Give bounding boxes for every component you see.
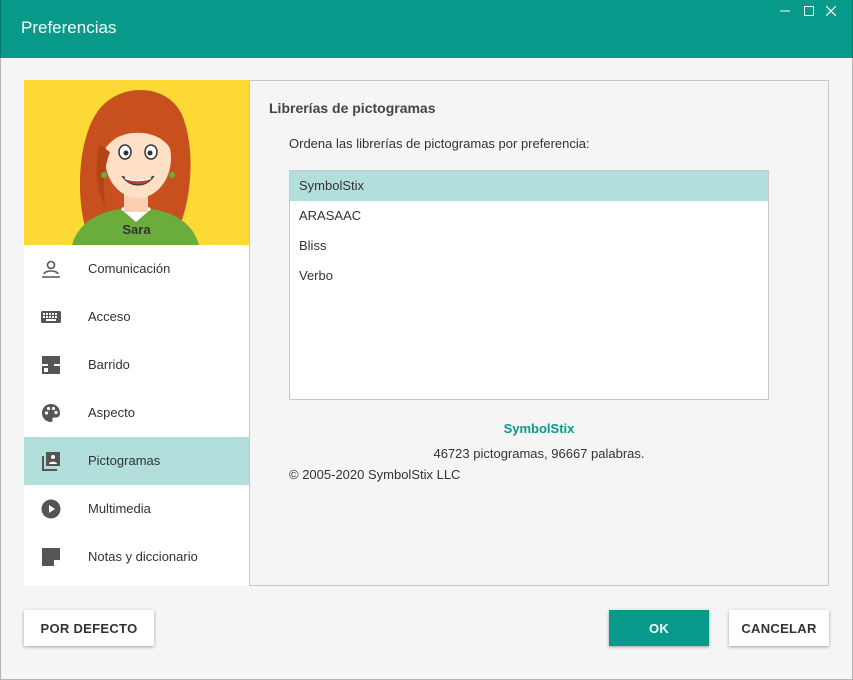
sidebar-nav: Comunicación Acceso Barrido Aspecto Pict… <box>24 245 249 581</box>
keyboard-icon <box>41 307 61 327</box>
section-title: Librerías de pictogramas <box>269 100 436 116</box>
play-circle-icon <box>41 499 61 519</box>
person-speak-icon <box>41 259 61 279</box>
sidebar-item-multimedia[interactable]: Multimedia <box>24 485 249 533</box>
palette-icon <box>41 403 61 423</box>
scan-icon <box>41 355 61 375</box>
library-detail-name: SymbolStix <box>503 421 575 436</box>
sidebar-item-label: Pictogramas <box>88 453 161 468</box>
sidebar-item-acceso[interactable]: Acceso <box>24 293 249 341</box>
sidebar-item-comunicacion[interactable]: Comunicación <box>24 245 249 293</box>
settings-panel: Librerías de pictogramas Ordena las libr… <box>249 80 829 586</box>
library-list[interactable]: SymbolStix ARASAAC Bliss Verbo <box>289 170 769 400</box>
ok-button[interactable]: OK <box>609 610 709 646</box>
sidebar-item-label: Multimedia <box>88 501 151 516</box>
sidebar-item-notas[interactable]: Notas y diccionario <box>24 533 249 581</box>
title-bar: Preferencias <box>0 0 853 58</box>
pictogram-library-icon <box>41 451 61 471</box>
note-icon <box>41 547 61 567</box>
reset-defaults-button[interactable]: POR DEFECTO <box>24 610 154 646</box>
library-detail-copyright: © 2005-2020 SymbolStix LLC <box>289 467 461 482</box>
library-detail-stats: 46723 pictogramas, 96667 palabras. <box>433 446 645 461</box>
cancel-button[interactable]: CANCELAR <box>729 610 829 646</box>
sidebar-item-label: Barrido <box>88 357 130 372</box>
close-icon <box>826 6 836 16</box>
avatar-illustration <box>72 89 199 245</box>
sidebar-item-barrido[interactable]: Barrido <box>24 341 249 389</box>
library-item-verbo[interactable]: Verbo <box>290 261 768 291</box>
sidebar: Sara Comunicación Acceso Barrido Aspecto <box>24 80 249 586</box>
user-avatar[interactable]: Sara <box>24 80 249 245</box>
sidebar-item-label: Notas y diccionario <box>88 549 198 564</box>
user-name: Sara <box>122 222 151 237</box>
window-title: Preferencias <box>21 18 117 37</box>
close-button[interactable] <box>808 0 853 22</box>
library-item-symbolstix[interactable]: SymbolStix <box>290 171 768 201</box>
sidebar-item-label: Aspecto <box>88 405 135 420</box>
sidebar-item-aspecto[interactable]: Aspecto <box>24 389 249 437</box>
sidebar-item-pictogramas[interactable]: Pictogramas <box>24 437 249 485</box>
library-item-bliss[interactable]: Bliss <box>290 231 768 261</box>
library-item-arasaac[interactable]: ARASAAC <box>290 201 768 231</box>
instruction-text: Ordena las librerías de pictogramas por … <box>289 136 590 151</box>
sidebar-item-label: Acceso <box>88 309 131 324</box>
sidebar-item-label: Comunicación <box>88 261 171 276</box>
